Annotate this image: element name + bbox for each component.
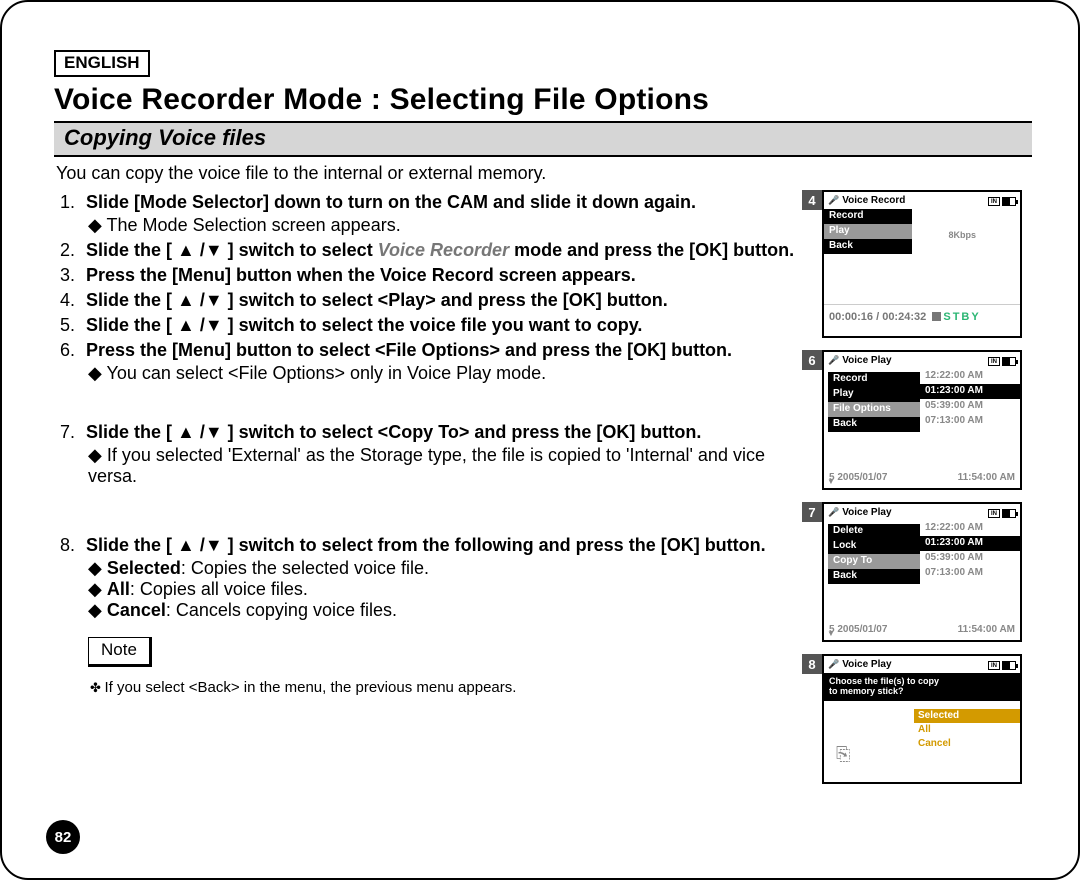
step-1: Slide [Mode Selector] down to turn on th… xyxy=(80,192,804,236)
mic-icon xyxy=(828,355,839,367)
stop-icon xyxy=(932,312,941,321)
figure-4-title: Voice Record xyxy=(842,195,905,207)
note-item: If you select <Back> in the menu, the pr… xyxy=(90,679,804,696)
fig6-menu-play: Play xyxy=(828,387,920,402)
fig7-menu-back: Back xyxy=(828,569,920,584)
step-8-sub-3: Cancel: Cancels copying voice files. xyxy=(88,600,804,621)
fig6-row-2: 01:23:00 AM xyxy=(920,384,1020,399)
fig7-menu-copyto: Copy To xyxy=(828,554,920,569)
fig4-menu-back: Back xyxy=(824,239,912,254)
step-7: Slide the [ ▲ /▼ ] switch to select <Cop… xyxy=(80,422,804,531)
fig6-menu-record: Record xyxy=(828,372,920,387)
figure-7-num: 7 xyxy=(802,502,822,522)
figure-4: 4 Voice Record IN Record Play Back xyxy=(822,190,1032,338)
battery-icon xyxy=(1002,197,1016,206)
fig8-question: Choose the file(s) to copy to memory sti… xyxy=(824,673,1020,701)
memory-icon: IN xyxy=(988,661,1000,670)
section-title: Copying Voice files xyxy=(64,125,1022,151)
figure-8-num: 8 xyxy=(802,654,822,674)
step-8-sub-2: All: Copies all voice files. xyxy=(88,579,804,600)
section-bar: Copying Voice files xyxy=(54,121,1032,157)
fig7-menu-lock: Lock xyxy=(828,539,920,554)
fig7-row-1: 12:22:00 AM xyxy=(920,521,1020,536)
fig4-menu-play: Play xyxy=(824,224,912,239)
figure-6-title: Voice Play xyxy=(842,355,891,367)
fig6-tail-date: 5 2005/01/07 xyxy=(829,472,887,484)
fig6-menu-back: Back xyxy=(828,417,920,432)
fig7-row-2: 01:23:00 AM xyxy=(920,536,1020,551)
figures-column: 4 Voice Record IN Record Play Back xyxy=(812,190,1032,796)
mic-icon xyxy=(828,659,839,671)
step-5: Slide the [ ▲ /▼ ] switch to select the … xyxy=(80,315,804,336)
fig8-opt-cancel: Cancel xyxy=(914,737,1020,751)
fig6-tail-time: 11:54:00 AM xyxy=(958,472,1015,484)
fig7-menu-delete: Delete xyxy=(828,524,920,539)
figure-7-title: Voice Play xyxy=(842,507,891,519)
language-label: ENGLISH xyxy=(54,50,150,77)
battery-icon xyxy=(1002,357,1016,366)
memory-icon: IN xyxy=(988,197,1000,206)
fig4-menu-record: Record xyxy=(824,209,912,224)
step-8-sub-1: Selected: Copies the selected voice file… xyxy=(88,558,804,579)
figure-6-num: 6 xyxy=(802,350,822,370)
figure-8: 8 Voice Play IN Choose the file(s) to co… xyxy=(822,654,1032,784)
fig4-status: STBY xyxy=(943,311,980,323)
step-8: Slide the [ ▲ /▼ ] switch to select from… xyxy=(80,535,804,621)
fig7-tail-date: 5 2005/01/07 xyxy=(829,624,887,636)
step-2: Slide the [ ▲ /▼ ] switch to select Voic… xyxy=(80,240,804,261)
fig8-opt-all: All xyxy=(914,723,1020,737)
note-heading: Note xyxy=(88,637,152,667)
battery-icon xyxy=(1002,661,1016,670)
fig6-row-4: 07:13:00 AM xyxy=(920,414,1020,429)
page-number: 82 xyxy=(46,820,80,854)
memory-icon: IN xyxy=(988,509,1000,518)
step-1-sub: The Mode Selection screen appears. xyxy=(88,215,804,236)
fig7-row-4: 07:13:00 AM xyxy=(920,566,1020,581)
fig6-row-1: 12:22:00 AM xyxy=(920,369,1020,384)
step-3: Press the [Menu] button when the Voice R… xyxy=(80,265,804,286)
mic-icon xyxy=(828,195,839,207)
fig4-rate: 8Kbps xyxy=(948,230,976,241)
fig8-opt-selected: Selected xyxy=(914,709,1020,723)
instructions-column: Slide [Mode Selector] down to turn on th… xyxy=(54,190,812,796)
fig7-row-3: 05:39:00 AM xyxy=(920,551,1020,566)
note-list: If you select <Back> in the menu, the pr… xyxy=(90,679,804,696)
step-7-sub: If you selected 'External' as the Storag… xyxy=(88,445,804,487)
figure-7: 7 Voice Play IN 12:22:00 AM 01:23:00 AM … xyxy=(822,502,1032,642)
mic-icon xyxy=(828,507,839,519)
step-list: Slide [Mode Selector] down to turn on th… xyxy=(58,192,804,621)
fig6-menu-fileoptions: File Options xyxy=(828,402,920,417)
battery-icon xyxy=(1002,509,1016,518)
step-6-sub: You can select <File Options> only in Vo… xyxy=(88,363,804,384)
copy-icon: ⎘ xyxy=(836,744,850,766)
fig4-time: 00:00:16 / 00:24:32 xyxy=(829,311,926,323)
fig7-tail-time: 11:54:00 AM xyxy=(958,624,1015,636)
figure-4-num: 4 xyxy=(802,190,822,210)
intro-text: You can copy the voice file to the inter… xyxy=(56,163,1032,184)
figure-8-title: Voice Play xyxy=(842,659,891,671)
figure-6: 6 Voice Play IN 12:22:00 AM 01:23:00 AM … xyxy=(822,350,1032,490)
page-title: Voice Recorder Mode : Selecting File Opt… xyxy=(54,83,1032,117)
memory-icon: IN xyxy=(988,357,1000,366)
step-6: Press the [Menu] button to select <File … xyxy=(80,340,804,418)
step-4: Slide the [ ▲ /▼ ] switch to select <Pla… xyxy=(80,290,804,311)
fig6-row-3: 05:39:00 AM xyxy=(920,399,1020,414)
